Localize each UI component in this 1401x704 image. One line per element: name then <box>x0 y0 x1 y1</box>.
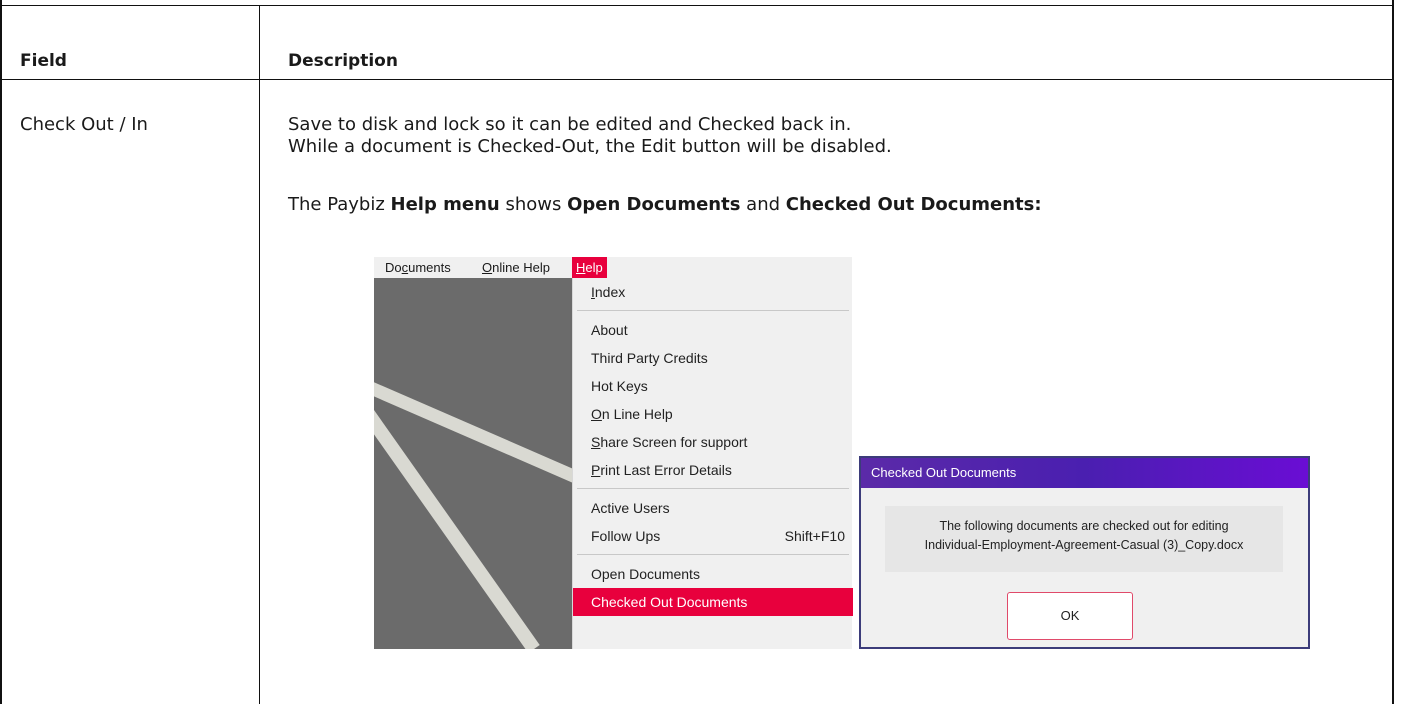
dialog-message-line-2: Individual-Employment-Agreement-Casual (… <box>924 538 1244 552</box>
header-row-divider <box>0 79 1394 80</box>
table-border-top <box>0 5 1394 6</box>
ok-button[interactable]: OK <box>1007 592 1133 640</box>
table-border-left <box>0 0 2 704</box>
menu-item-share-screen[interactable]: Share Screen for support <box>573 428 853 456</box>
menu-separator <box>577 554 849 555</box>
menu-bar: Documents Online Help Help <box>374 257 852 278</box>
menu-separator <box>577 488 849 489</box>
menu-item-follow-ups[interactable]: Follow Ups Shift+F10 <box>573 522 853 550</box>
header-description: Description <box>288 51 398 71</box>
help-menu-screenshot: Documents Online Help Help Index About T… <box>374 257 853 649</box>
table-border-right <box>1392 0 1394 704</box>
menu-separator <box>577 310 849 311</box>
dialog-title: Checked Out Documents <box>871 465 1017 480</box>
diagonal-lines-graphic <box>374 382 572 649</box>
checked-out-dialog: Checked Out Documents The following docu… <box>859 456 1310 649</box>
follow-ups-shortcut: Shift+F10 <box>784 528 845 544</box>
help-dropdown: Index About Third Party Credits Hot Keys… <box>572 278 853 649</box>
description-line-2: While a document is Checked-Out, the Edi… <box>288 136 892 157</box>
menu-documents[interactable]: Documents <box>381 257 455 278</box>
dialog-message-line-1: The following documents are checked out … <box>939 519 1229 533</box>
background-canvas <box>374 278 572 649</box>
dialog-message-box: The following documents are checked out … <box>885 506 1283 572</box>
menu-item-about[interactable]: About <box>573 316 853 344</box>
menu-item-hot-keys[interactable]: Hot Keys <box>573 372 853 400</box>
description-line-1: Save to disk and lock so it can be edite… <box>288 114 852 135</box>
menu-item-open-documents[interactable]: Open Documents <box>573 560 853 588</box>
menu-online-help[interactable]: Online Help <box>478 257 554 278</box>
menu-item-third-party-credits[interactable]: Third Party Credits <box>573 344 853 372</box>
field-check-out-in: Check Out / In <box>20 114 148 135</box>
dialog-titlebar[interactable]: Checked Out Documents <box>861 458 1308 488</box>
menu-item-index[interactable]: Index <box>573 278 853 306</box>
menu-item-print-last-error[interactable]: Print Last Error Details <box>573 456 853 484</box>
column-divider <box>259 5 260 704</box>
menu-item-online-help[interactable]: On Line Help <box>573 400 853 428</box>
menu-item-checked-out-documents[interactable]: Checked Out Documents <box>573 588 853 616</box>
menu-item-active-users[interactable]: Active Users <box>573 494 853 522</box>
menu-help[interactable]: Help <box>572 257 607 278</box>
header-field: Field <box>20 51 67 71</box>
help-menu-sentence: The Paybiz Help menu shows Open Document… <box>288 194 1042 215</box>
